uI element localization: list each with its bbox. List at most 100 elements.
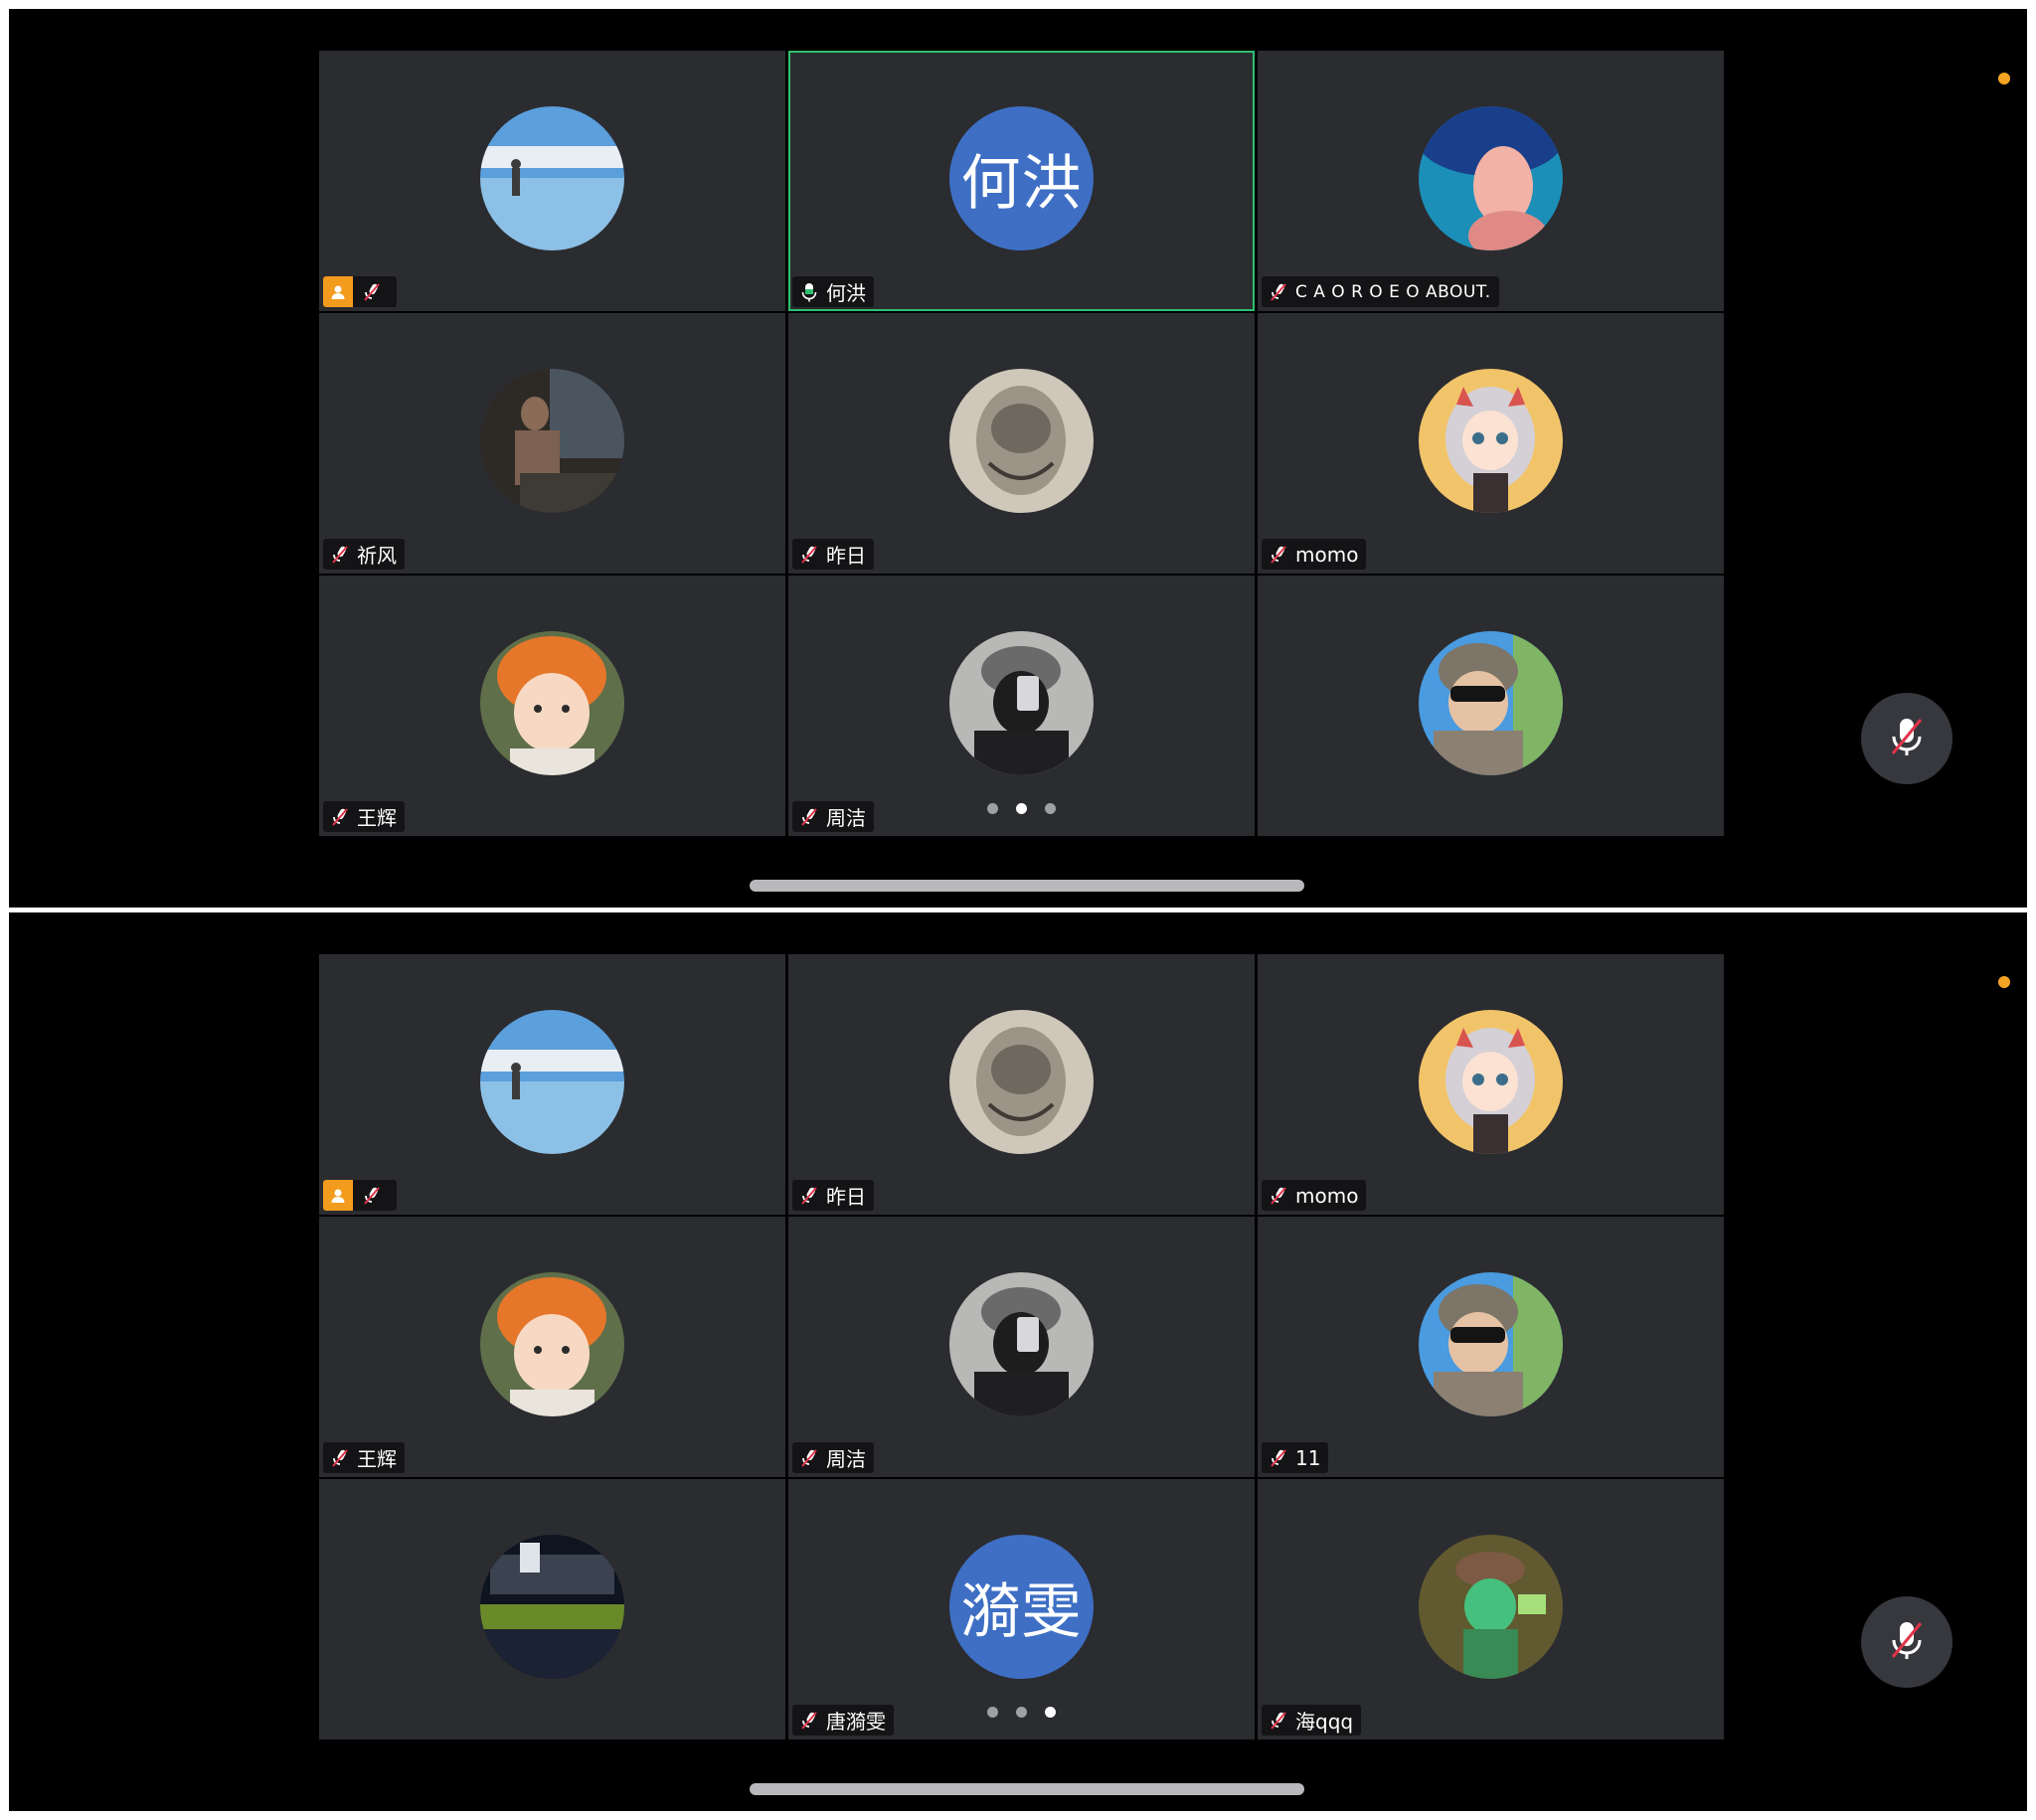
meeting-screen-2: 昨日 momo 王辉 周洁 11 漪雯 唐漪雯 海qqq — [9, 912, 2027, 1811]
participant-tile[interactable]: 王辉 — [319, 1217, 785, 1477]
name-tag: 周洁 — [792, 801, 874, 832]
status-dot — [1998, 976, 2010, 988]
name-tag: momo — [1262, 1180, 1367, 1211]
participant-name: momo — [1295, 542, 1359, 567]
mic-muted-icon — [329, 1447, 351, 1469]
meeting-screen-1: 何洪 何洪 C A O R O E O ABOUT. 祈风 昨日 momo 王辉… — [9, 9, 2027, 908]
participant-tile[interactable] — [319, 954, 785, 1215]
participant-name: 王辉 — [357, 806, 397, 830]
video-grid: 昨日 momo 王辉 周洁 11 漪雯 唐漪雯 海qqq — [319, 954, 1724, 1739]
participant-tile[interactable] — [1258, 576, 1724, 836]
avatar — [480, 369, 624, 513]
name-tag: momo — [1262, 539, 1367, 570]
avatar — [480, 106, 624, 250]
participant-tile[interactable]: 周洁 — [788, 1217, 1255, 1477]
avatar — [1419, 369, 1563, 513]
participant-name: 11 — [1295, 1445, 1321, 1470]
participant-name: 祈风 — [357, 544, 397, 568]
mic-muted-icon — [1268, 281, 1289, 303]
avatar — [1419, 1535, 1563, 1679]
participant-name: 昨日 — [826, 1185, 866, 1209]
participant-tile[interactable]: C A O R O E O ABOUT. — [1258, 51, 1724, 311]
participant-tile[interactable]: momo — [1258, 954, 1724, 1215]
mic-toggle-button[interactable] — [1861, 1596, 1952, 1688]
mic-muted-icon — [1268, 1447, 1289, 1469]
avatar — [480, 1535, 624, 1679]
mic-muted-icon — [798, 1185, 820, 1207]
name-tag: 王辉 — [323, 1442, 405, 1473]
participant-tile[interactable]: 漪雯 唐漪雯 — [788, 1479, 1255, 1739]
participant-tile[interactable]: 11 — [1258, 1217, 1724, 1477]
mic-muted-icon — [798, 1710, 820, 1732]
participant-tile[interactable]: 昨日 — [788, 313, 1255, 574]
name-tag — [323, 1180, 397, 1211]
participant-tile[interactable]: 祈风 — [319, 313, 785, 574]
page-indicator[interactable] — [987, 1707, 1056, 1718]
participant-tile[interactable]: 周洁 — [788, 576, 1255, 836]
page-indicator[interactable] — [987, 803, 1056, 814]
participant-tile[interactable] — [319, 1479, 785, 1739]
participant-name: C A O R O E O ABOUT. — [1295, 281, 1491, 302]
mic-muted-icon — [361, 1185, 383, 1207]
name-tag: 周洁 — [792, 1442, 874, 1473]
page-dot[interactable] — [987, 1707, 998, 1718]
avatar — [949, 369, 1094, 513]
name-tag: 11 — [1262, 1442, 1329, 1473]
avatar — [480, 631, 624, 775]
name-tag: 王辉 — [323, 801, 405, 832]
avatar — [480, 1010, 624, 1154]
participant-tile[interactable]: 海qqq — [1258, 1479, 1724, 1739]
avatar — [1419, 1272, 1563, 1416]
participant-tile[interactable] — [319, 51, 785, 311]
name-tag: 何洪 — [792, 276, 874, 307]
participant-name: 昨日 — [826, 544, 866, 568]
host-person-icon — [323, 1180, 353, 1211]
name-tag — [323, 276, 397, 307]
mic-muted-icon — [1268, 1710, 1289, 1732]
name-tag: 祈风 — [323, 539, 405, 570]
mic-toggle-icon — [1884, 1617, 1930, 1667]
avatar — [1419, 106, 1563, 250]
host-person-icon — [323, 276, 353, 307]
video-grid: 何洪 何洪 C A O R O E O ABOUT. 祈风 昨日 momo 王辉… — [319, 51, 1724, 836]
avatar — [949, 1010, 1094, 1154]
mic-muted-icon — [798, 1447, 820, 1469]
participant-tile[interactable]: momo — [1258, 313, 1724, 574]
avatar — [480, 1272, 624, 1416]
mic-muted-icon — [1268, 1185, 1289, 1207]
participant-name: momo — [1295, 1183, 1359, 1208]
name-tag: 唐漪雯 — [792, 1705, 894, 1736]
participant-name: 何洪 — [826, 281, 866, 305]
mic-muted-icon — [798, 544, 820, 566]
text-avatar: 何洪 — [949, 106, 1094, 250]
mic-toggle-button[interactable] — [1861, 693, 1952, 784]
participant-name: 王辉 — [357, 1447, 397, 1471]
text-avatar: 漪雯 — [949, 1535, 1094, 1679]
home-indicator[interactable] — [750, 880, 1304, 892]
page-dot[interactable] — [1045, 803, 1056, 814]
mic-muted-icon — [1268, 544, 1289, 566]
page-dot[interactable] — [1016, 1707, 1027, 1718]
participant-name: 周洁 — [826, 806, 866, 830]
participant-tile-speaking[interactable]: 何洪 何洪 — [788, 51, 1255, 311]
participant-name: 海qqq — [1295, 1710, 1354, 1734]
participant-tile[interactable]: 昨日 — [788, 954, 1255, 1215]
avatar — [1419, 1010, 1563, 1154]
avatar — [1419, 631, 1563, 775]
home-indicator[interactable] — [750, 1783, 1304, 1795]
avatar — [949, 1272, 1094, 1416]
mic-muted-icon — [329, 544, 351, 566]
name-tag: C A O R O E O ABOUT. — [1262, 276, 1499, 307]
status-dot — [1998, 73, 2010, 84]
mic-muted-icon — [798, 806, 820, 828]
page-dot-active[interactable] — [1045, 1707, 1056, 1718]
page-dot[interactable] — [987, 803, 998, 814]
mic-muted-icon — [361, 281, 383, 303]
name-tag: 海qqq — [1262, 1705, 1362, 1736]
page-dot-active[interactable] — [1016, 803, 1027, 814]
mic-toggle-icon — [1884, 714, 1930, 763]
participant-tile[interactable]: 王辉 — [319, 576, 785, 836]
participant-name: 唐漪雯 — [826, 1710, 886, 1734]
participant-name: 周洁 — [826, 1447, 866, 1471]
mic-muted-icon — [329, 806, 351, 828]
